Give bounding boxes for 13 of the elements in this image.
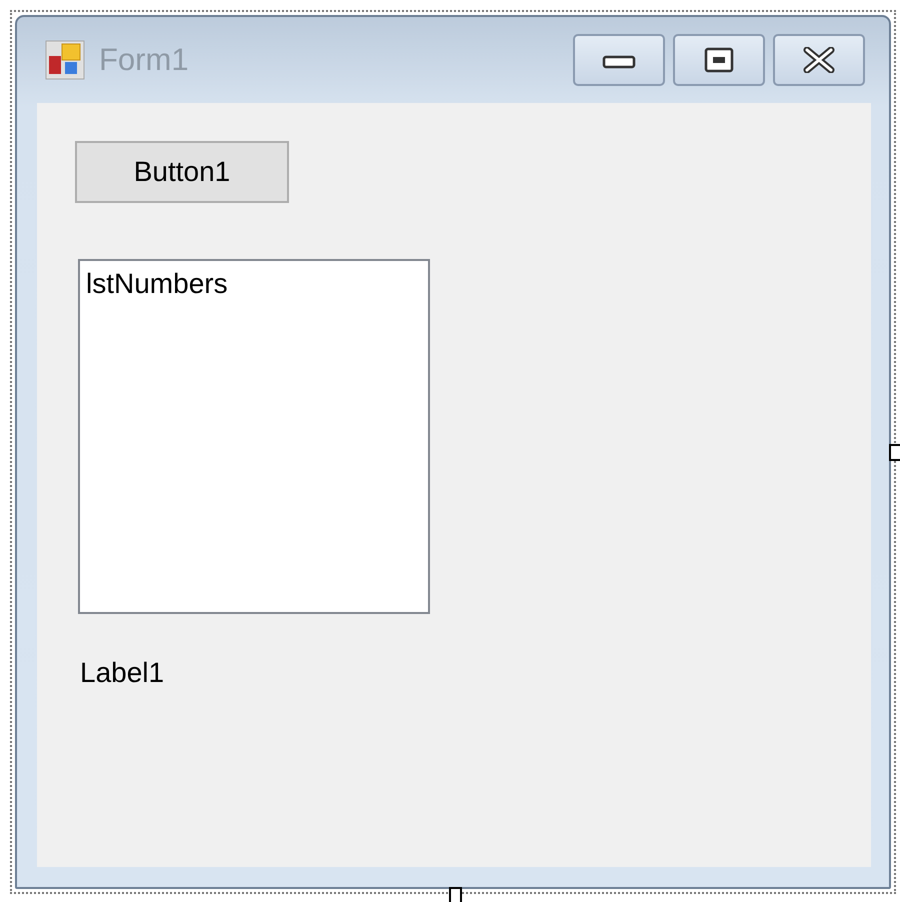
- app-icon: [45, 40, 85, 80]
- list-item[interactable]: lstNumbers: [86, 269, 422, 300]
- minimize-button[interactable]: [573, 34, 665, 86]
- resize-handle[interactable]: [449, 887, 462, 902]
- list-box[interactable]: lstNumbers: [78, 259, 430, 614]
- close-icon: [802, 47, 836, 73]
- maximize-button[interactable]: [673, 34, 765, 86]
- maximize-icon: [702, 47, 736, 73]
- button[interactable]: Button1: [75, 141, 289, 203]
- close-button[interactable]: [773, 34, 865, 86]
- resize-handle[interactable]: [889, 444, 900, 461]
- label-text: Label1: [80, 656, 164, 690]
- window-title: Form1: [99, 40, 189, 79]
